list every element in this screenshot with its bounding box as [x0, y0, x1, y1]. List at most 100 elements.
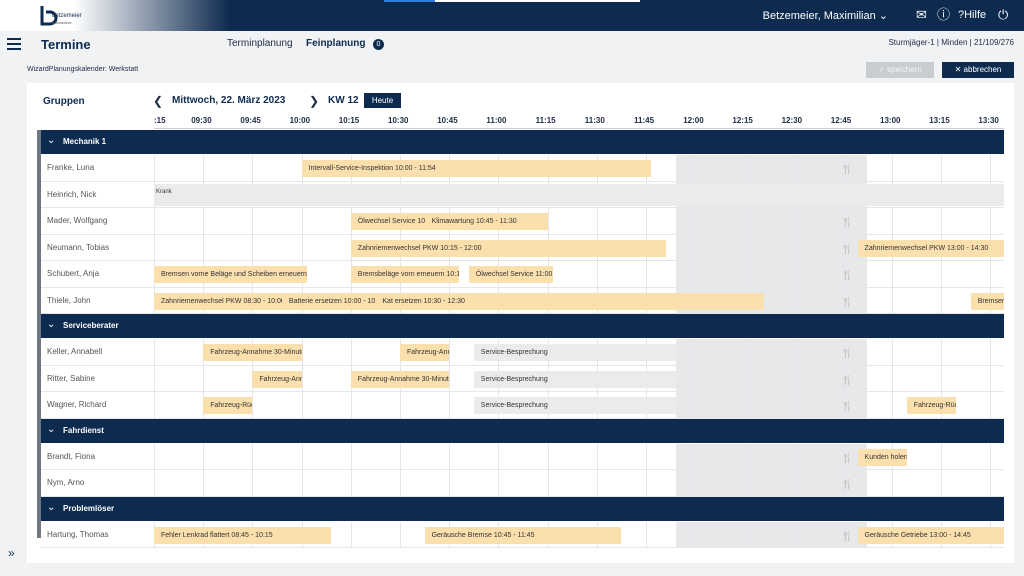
time-slot-label: 10:45 — [437, 116, 458, 125]
top-bar: betzemeier automotive Betzemeier, Maximi… — [0, 0, 1024, 31]
cancel-button[interactable]: ✕ abbrechen — [942, 62, 1014, 78]
resource-row: Heinrich, Nick🍴Krank — [41, 181, 1004, 208]
appointment-block[interactable]: Klimawartung 10:45 - 11:30 — [424, 213, 548, 230]
cutlery-icon: 🍴 — [841, 452, 853, 463]
grid-line — [252, 443, 254, 470]
appointment-block[interactable]: Fahrzeug-Rückgabe — [906, 397, 956, 414]
grid-line — [744, 443, 746, 470]
mail-icon[interactable]: ✉ — [916, 6, 927, 24]
chevron-down-icon[interactable]: ⌄ — [47, 502, 55, 513]
appointment-block[interactable]: Fahrzeug-Annahme — [400, 344, 450, 361]
appointment-label: Fahrzeug-Rückgabe — [913, 402, 956, 409]
resource-row: Thiele, John 🍴 Zahnriemenwechsel PKW 08:30… — [41, 287, 1004, 314]
cutlery-icon: 🍴 — [841, 530, 853, 541]
grid-line — [744, 339, 746, 366]
appointment-block[interactable]: Ölwechsel Service 10:15 - 10:45 — [350, 213, 425, 230]
appointment-block[interactable]: Batterie ersetzen 10:00 - 10:30 — [281, 292, 376, 310]
group-header[interactable]: ⌄ Fahrdienst — [41, 418, 1004, 443]
appointment-label: Fahrzeug-Annahme — [407, 349, 449, 356]
appointment-block[interactable]: Zahnriemenwechsel PKW 10:15 - 12:00 — [350, 239, 666, 257]
grid-line — [301, 208, 303, 235]
chevron-down-icon: ⌄ — [878, 10, 888, 22]
calendar-card: Gruppen ❮ Mittwoch, 22. März 2023 ❯ KW 1… — [27, 83, 1014, 563]
cutlery-icon: 🍴 — [841, 374, 853, 385]
appointment-block[interactable]: Geräusche Getriebe 13:00 - 14:45 — [857, 526, 1004, 544]
grid-line — [941, 287, 943, 314]
grid-line — [941, 339, 943, 366]
appointment-block[interactable]: Geräusche Bremse 10:45 - 11:45 — [424, 526, 622, 544]
appointment-label: Bremsbeläge vorn erneuern 10:15 - 10:45 — [357, 271, 460, 278]
appointment-block[interactable]: Service-Besprechung — [473, 370, 676, 388]
grid-line — [793, 470, 795, 497]
tab-feinplanung[interactable]: Feinplanung — [306, 38, 365, 49]
group-header[interactable]: ⌄ Serviceberater — [41, 314, 1004, 338]
resource-row: Ritter, Sabine 🍴 Fahrzeug-Annahme Fahrzeug-… — [41, 365, 1004, 392]
grid-line — [449, 339, 451, 366]
appointment-block[interactable]: Fehler Lenkrad flattert 08:45 - 10:15 — [154, 526, 332, 544]
grid-line — [498, 470, 500, 497]
group-header[interactable]: ⌄ Mechanik 1 — [41, 130, 1004, 154]
chevron-left-icon[interactable]: ❮ — [153, 94, 163, 108]
group-name: Mechanik 1 — [63, 137, 107, 146]
tab-terminplanung[interactable]: Terminplanung — [227, 38, 293, 49]
grid-line — [646, 470, 647, 497]
appointment-block[interactable]: Kunden holen — [857, 448, 907, 466]
appointment-label: Intervall-Service-Inspektion 10:00 - 11:… — [308, 165, 436, 172]
appointment-block[interactable]: Fahrzeug-Annahme 30-Minuten — [203, 344, 302, 361]
appointment-block[interactable]: Bremsen — [970, 292, 1004, 310]
logo-badge: betzemeier automotive — [16, 0, 82, 31]
grid-line — [695, 365, 697, 392]
info-icon[interactable]: ⓘ — [937, 6, 950, 24]
appointment-block[interactable]: Bremsbeläge vorn erneuern 10:15 - 10:45 — [350, 266, 460, 283]
appointment-block[interactable]: Zahnriemenwechsel PKW 13:00 - 14:30 — [857, 239, 1004, 257]
appointment-block[interactable]: Fahrzeug-Rückgabe — [203, 397, 253, 414]
grid-line — [301, 470, 303, 497]
user-menu[interactable]: Betzemeier, Maximilian ⌄ — [763, 9, 888, 22]
appointment-block[interactable]: Ölwechsel Service 11:00 - 11:30 — [468, 266, 553, 283]
appointment-label: Fahrzeug-Annahme — [259, 375, 301, 383]
grid-line — [990, 339, 992, 366]
group-name: Problemlöser — [63, 503, 115, 513]
appointment-block[interactable]: Bremsen vorne Beläge und Scheiben erneue… — [154, 266, 307, 283]
grid-line — [400, 392, 401, 419]
expand-sidebar-icon[interactable]: » — [8, 546, 15, 560]
resource-name: Schubert, Anja — [47, 269, 100, 278]
grid-line — [695, 208, 697, 235]
appointment-label: Bremsen — [977, 297, 1004, 305]
grid-line — [596, 470, 598, 497]
chevron-right-icon[interactable]: ❯ — [309, 94, 319, 108]
help-link[interactable]: ?Hilfe — [958, 6, 986, 24]
time-slot-label: 13:30 — [978, 116, 999, 125]
today-button[interactable]: Heute — [364, 93, 401, 108]
timeline-divider — [154, 128, 1004, 129]
grid-line — [695, 261, 697, 288]
appointment-block[interactable]: Fahrzeug-Annahme 30-Minuten — [350, 370, 450, 388]
power-icon[interactable]: ⏻ — [998, 6, 1008, 24]
context-info: Sturmjäger-1 | Minden | 21/109/276 — [888, 38, 1014, 47]
appointment-block[interactable]: Krank — [154, 184, 1004, 201]
grid-line — [350, 339, 352, 366]
chevron-down-icon[interactable]: ⌄ — [47, 319, 55, 330]
resource-row: Mader, Wolfgang 🍴 Ölwechsel Service 10:15 … — [41, 208, 1004, 235]
appointment-block[interactable]: Kat ersetzen 10:30 - 12:30 — [375, 292, 765, 310]
grid-line — [252, 234, 254, 261]
grid-line — [892, 470, 893, 497]
group-header[interactable]: ⌄ Problemlöser — [41, 496, 1004, 521]
appointment-block[interactable]: Fahrzeug-Annahme — [252, 370, 302, 388]
grid-line — [350, 470, 352, 497]
appointment-block[interactable]: Service-Besprechung — [473, 344, 676, 361]
save-button[interactable]: ✓ speichern — [866, 62, 934, 78]
appointment-label: Klimawartung 10:45 - 11:30 — [431, 218, 517, 225]
chevron-down-icon[interactable]: ⌄ — [47, 135, 55, 146]
time-slot-label: 13:15 — [929, 116, 950, 125]
hamburger-menu-icon[interactable] — [7, 38, 21, 50]
appointment-block[interactable]: Zahnriemenwechsel PKW 08:30 - 10:00 — [154, 292, 282, 310]
grid-line — [892, 339, 893, 366]
appointment-block[interactable]: Service-Besprechung — [473, 397, 676, 414]
appointment-block[interactable]: Intervall-Service-Inspektion 10:00 - 11:… — [301, 160, 651, 177]
lunch-break-area — [675, 339, 868, 366]
grid-line — [695, 234, 697, 261]
chevron-down-icon[interactable]: ⌄ — [47, 424, 55, 435]
resource-name: Franke, Luna — [47, 163, 95, 172]
time-slot-label: 09:30 — [191, 116, 212, 125]
